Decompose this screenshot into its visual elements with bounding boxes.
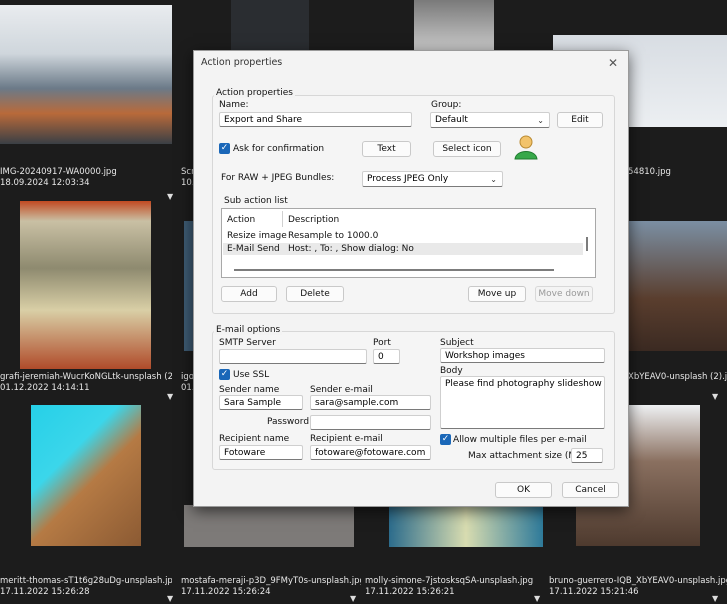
email-options-group-label: E-mail options: [214, 325, 283, 335]
thumbnail-image[interactable]: [184, 221, 193, 351]
horizontal-scrollbar[interactable]: [234, 269, 554, 271]
thumbnail-name: 54810.jpg: [628, 167, 671, 177]
name-field[interactable]: Export and Share: [219, 112, 412, 127]
edit-button[interactable]: Edit: [557, 112, 603, 128]
text-button[interactable]: Text: [362, 141, 411, 157]
raw-jpeg-label: For RAW + JPEG Bundles:: [221, 173, 335, 183]
use-ssl-checkbox[interactable]: ✓: [219, 369, 230, 380]
allow-multiple-checkbox[interactable]: ✓: [440, 434, 451, 445]
header-divider: [282, 211, 283, 227]
raw-jpeg-select-value: Process JPEG Only: [367, 174, 449, 184]
thumbnail-image[interactable]: [31, 405, 141, 546]
move-up-button[interactable]: Move up: [468, 286, 526, 302]
row-action: E-Mail Send: [227, 244, 280, 254]
add-button[interactable]: Add: [221, 286, 277, 302]
max-attachment-field[interactable]: 25: [571, 448, 603, 463]
move-down-button[interactable]: Move down: [535, 286, 593, 302]
use-ssl-label: Use SSL: [233, 370, 270, 380]
allow-multiple-label: Allow multiple files per e-mail: [453, 435, 587, 445]
select-icon-button[interactable]: Select icon: [433, 141, 501, 157]
thumbnail-name: meritt-thomas-sT1t6g28uDg-unsplash.jpg: [0, 576, 172, 586]
sender-email-field[interactable]: sara@sample.com: [310, 395, 431, 410]
raw-jpeg-select[interactable]: Process JPEG Only ⌄: [362, 171, 503, 187]
chevron-down-icon: ⌄: [490, 175, 497, 184]
action-properties-group-label: Action properties: [214, 88, 295, 98]
recipient-name-field[interactable]: Fotoware: [219, 445, 303, 460]
thumbnail-image[interactable]: [389, 505, 543, 547]
column-header-action[interactable]: Action: [227, 215, 255, 225]
table-row[interactable]: Resize image Resample to 1000.0: [223, 230, 583, 242]
thumbnail-name: molly-simone-7jstosksqSA-unsplash.jpg: [365, 576, 534, 586]
group-select-value: Default: [435, 115, 468, 125]
user-icon: [514, 134, 538, 160]
smtp-server-label: SMTP Server: [219, 338, 276, 348]
row-action: Resize image: [227, 231, 287, 241]
recipient-name-label: Recipient name: [219, 434, 290, 444]
port-label: Port: [373, 338, 391, 348]
recipient-email-field[interactable]: fotoware@fotoware.com: [310, 445, 431, 460]
row-description: Resample to 1000.0: [288, 231, 379, 241]
thumbnail-date: 17.11.2022 15:26:28: [0, 587, 90, 597]
chevron-down-icon[interactable]: ▼: [167, 594, 173, 603]
ask-confirmation-checkbox[interactable]: ✓: [219, 143, 230, 154]
chevron-down-icon[interactable]: ▼: [167, 392, 173, 401]
ok-button[interactable]: OK: [495, 482, 552, 498]
delete-button[interactable]: Delete: [286, 286, 344, 302]
port-field[interactable]: 0: [373, 349, 400, 364]
subject-label: Subject: [440, 338, 474, 348]
action-properties-dialog: Action properties ✕ Action properties Na…: [193, 50, 629, 507]
subject-field[interactable]: Workshop images: [440, 348, 605, 363]
sender-name-field[interactable]: Sara Sample: [219, 395, 303, 410]
table-row[interactable]: E-Mail Send Host: , To: , Show dialog: N…: [223, 243, 583, 255]
chevron-down-icon[interactable]: ▼: [534, 594, 540, 603]
password-field[interactable]: [310, 415, 431, 430]
thumbnail-name: grafi-jeremiah-WucrKoNGLtk-unsplash (2).…: [0, 372, 172, 382]
close-icon[interactable]: ✕: [604, 54, 622, 72]
thumbnail-image[interactable]: [414, 0, 494, 50]
ask-confirmation-label: Ask for confirmation: [233, 144, 325, 154]
body-label: Body: [440, 366, 463, 376]
thumbnail-date: 17.11.2022 15:26:21: [365, 587, 455, 597]
dialog-title: Action properties: [201, 57, 283, 68]
row-description: Host: , To: , Show dialog: No: [288, 244, 414, 254]
thumbnail-image[interactable]: [184, 505, 354, 547]
password-label: Password: [267, 417, 310, 427]
sender-name-label: Sender name: [219, 385, 280, 395]
smtp-server-field[interactable]: [219, 349, 367, 364]
group-label: Group:: [431, 100, 462, 110]
thumbnail-name: mostafa-meraji-p3D_9FMyT0s-unsplash.jpg: [181, 576, 361, 586]
thumbnail-image[interactable]: [0, 5, 172, 144]
chevron-down-icon[interactable]: ▼: [167, 192, 173, 201]
sub-action-list-label: Sub action list: [224, 196, 288, 206]
sub-action-list[interactable]: Action Description Resize image Resample…: [221, 208, 596, 278]
thumbnail-image[interactable]: [627, 221, 727, 351]
thumbnail-name: XbYEAV0-unsplash (2).jpg: [628, 372, 727, 382]
chevron-down-icon[interactable]: ▼: [350, 594, 356, 603]
recipient-email-label: Recipient e-mail: [310, 434, 383, 444]
thumbnail-date: 01.12.2022 14:14:11: [0, 383, 90, 393]
thumbnail-image[interactable]: [231, 0, 309, 50]
dialog-titlebar[interactable]: Action properties ✕: [194, 51, 628, 75]
name-label: Name:: [219, 100, 249, 110]
chevron-down-icon[interactable]: ▼: [712, 594, 718, 603]
column-header-description[interactable]: Description: [288, 215, 339, 225]
group-select[interactable]: Default ⌄: [430, 112, 550, 128]
thumbnail-name: IMG-20240917-WA0000.jpg: [0, 167, 117, 177]
thumbnail-name: bruno-guerrero-IQB_XbYEAV0-unsplash.jpg: [549, 576, 727, 586]
thumbnail-date: 17.11.2022 15:21:46: [549, 587, 639, 597]
sender-email-label: Sender e-mail: [310, 385, 373, 395]
thumbnail-date: 18.09.2024 12:03:34: [0, 178, 90, 188]
thumbnail-date: 17.11.2022 15:26:24: [181, 587, 271, 597]
chevron-down-icon: ⌄: [537, 116, 544, 125]
cancel-button[interactable]: Cancel: [562, 482, 619, 498]
max-attachment-label: Max attachment size (MB): [468, 451, 586, 461]
vertical-scrollbar[interactable]: [586, 237, 588, 251]
thumbnail-image[interactable]: [20, 201, 151, 369]
chevron-down-icon[interactable]: ▼: [712, 392, 718, 401]
body-field[interactable]: Please find photography slideshow attac: [440, 376, 605, 429]
